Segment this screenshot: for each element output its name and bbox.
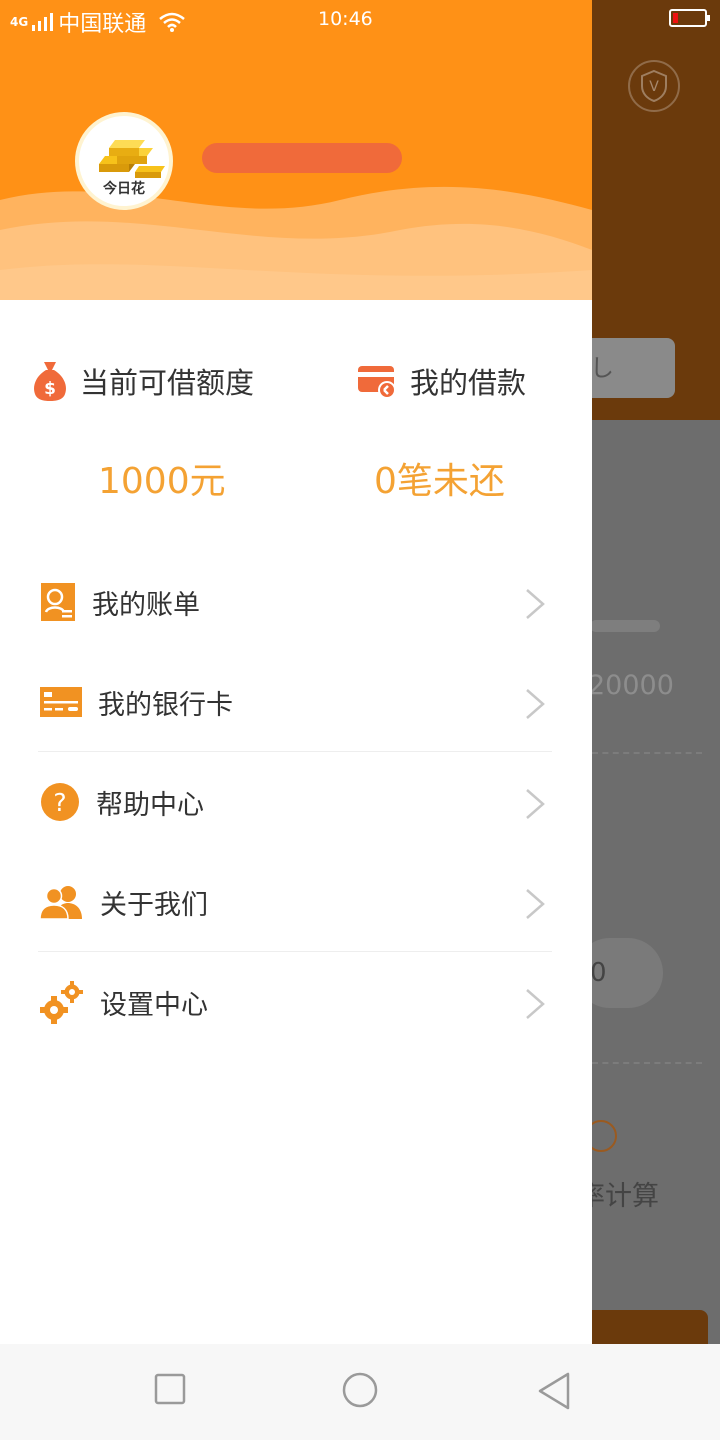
users-icon <box>40 886 82 919</box>
background-divider <box>592 1062 702 1064</box>
home-icon[interactable] <box>340 1372 380 1412</box>
chevron-right-icon <box>526 689 545 719</box>
menu-item-settings[interactable]: 设置中心 <box>0 952 592 1052</box>
chevron-right-icon <box>526 889 545 919</box>
network-type: 4G <box>10 15 29 29</box>
battery-icon <box>669 9 710 27</box>
gold-bars-icon <box>99 140 165 178</box>
shield-v-icon: V <box>628 60 680 112</box>
brand-label: 今日花 <box>103 181 145 197</box>
my-loans-value: 0笔未还 <box>374 461 505 502</box>
clock: 10:46 <box>318 8 373 30</box>
menu-item-bills[interactable]: 我的账单 <box>0 552 592 652</box>
background-divider <box>592 752 702 754</box>
svg-text:V: V <box>649 79 659 95</box>
recent-apps-icon[interactable] <box>154 1372 186 1406</box>
stats-section: $ 当前可借额度 1000元 我的借款 0笔未还 <box>0 360 592 520</box>
signal-icon <box>32 13 54 31</box>
bill-search-icon <box>41 583 75 621</box>
carrier-name: 中国联通 <box>58 12 147 37</box>
menu-label: 设置中心 <box>100 989 208 1021</box>
back-icon[interactable] <box>536 1372 572 1412</box>
credit-limit-stat[interactable]: $ 当前可借额度 1000元 <box>32 360 328 502</box>
menu-item-bank-cards[interactable]: 我的银行卡 <box>0 652 592 752</box>
wifi-icon <box>159 12 186 32</box>
credit-limit-title: 当前可借额度 <box>80 366 255 400</box>
svg-text:?: ? <box>53 788 66 817</box>
my-loans-title: 我的借款 <box>410 366 527 400</box>
bank-card-icon <box>40 687 82 717</box>
menu-label: 我的银行卡 <box>98 689 233 721</box>
side-drawer: 今日花 $ 当前可借额度 1000元 我的借款 0笔未还 我的账单 我的银行卡 … <box>0 0 592 1344</box>
background-slider <box>590 620 660 632</box>
card-icon <box>358 366 396 399</box>
gears-icon <box>40 981 83 1024</box>
menu-item-help[interactable]: ? 帮助中心 <box>0 752 592 852</box>
background-amount: 20000 <box>588 670 674 701</box>
drawer-header: 今日花 <box>0 0 592 300</box>
chevron-right-icon <box>526 589 545 619</box>
menu-label: 我的账单 <box>92 589 200 621</box>
svg-text:$: $ <box>44 379 56 399</box>
navigation-bar <box>0 1344 720 1440</box>
background-pill-text: 0 <box>590 958 607 988</box>
menu-label: 关于我们 <box>100 889 208 921</box>
my-loans-stat[interactable]: 我的借款 0笔未还 <box>356 360 652 502</box>
carrier-info: 4G 中国联通 <box>10 6 186 38</box>
username-redacted <box>202 143 402 173</box>
help-icon: ? <box>41 783 79 821</box>
chevron-right-icon <box>526 989 545 1019</box>
credit-limit-value: 1000元 <box>98 461 226 502</box>
money-bag-icon: $ <box>34 362 66 401</box>
drawer-menu: 我的账单 我的银行卡 ? 帮助中心 关于我们 设置中心 <box>0 552 592 1052</box>
menu-item-about[interactable]: 关于我们 <box>0 852 592 952</box>
avatar[interactable]: 今日花 <box>75 112 173 210</box>
menu-label: 帮助中心 <box>96 789 204 821</box>
chevron-right-icon <box>526 789 545 819</box>
status-bar: 4G 中国联通 10:46 <box>0 0 720 40</box>
